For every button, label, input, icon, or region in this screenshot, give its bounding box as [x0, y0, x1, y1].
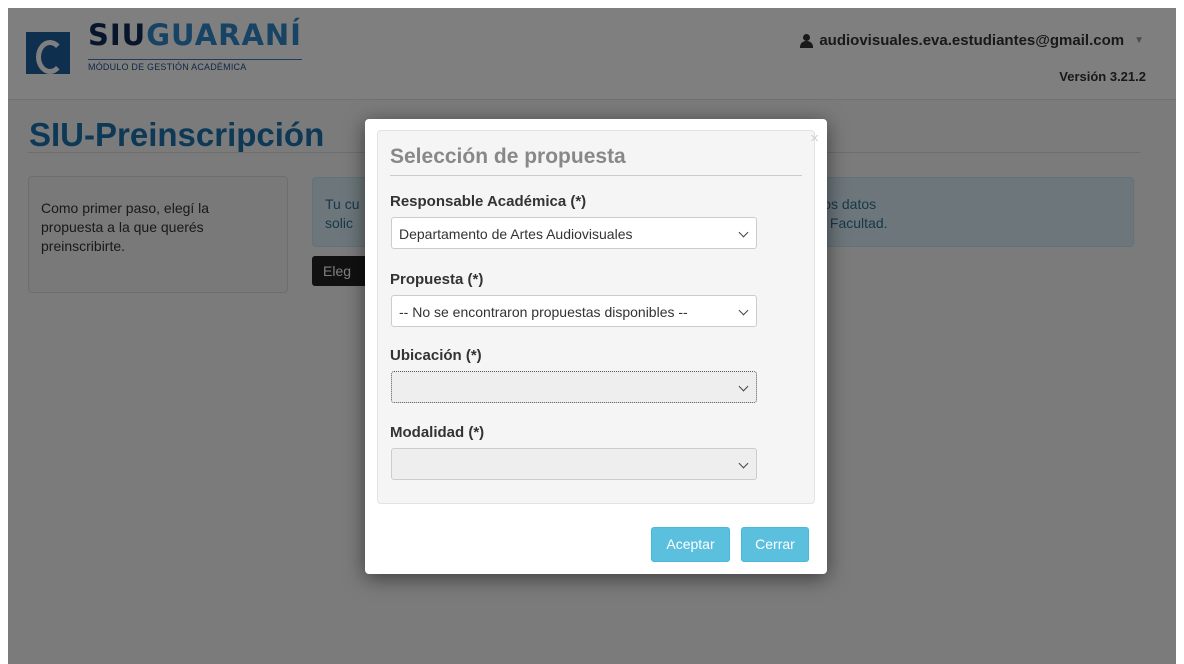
select-propuesta[interactable]: -- No se encontraron propuestas disponib…	[391, 295, 757, 327]
accept-button[interactable]: Aceptar	[651, 527, 730, 562]
chevron-down-icon	[738, 381, 749, 392]
select-value: -- No se encontraron propuestas disponib…	[399, 304, 688, 320]
chevron-down-icon	[738, 458, 749, 469]
chevron-down-icon	[738, 305, 749, 316]
chevron-down-icon	[738, 227, 749, 238]
close-button[interactable]: Cerrar	[741, 527, 809, 562]
label-responsable-academica: Responsable Académica (*)	[390, 193, 587, 210]
select-ubicacion[interactable]	[391, 371, 757, 403]
dialog-close-icon[interactable]: ×	[810, 131, 819, 146]
label-propuesta: Propuesta (*)	[390, 271, 484, 288]
label-modalidad: Modalidad (*)	[390, 424, 485, 441]
label-ubicacion: Ubicación (*)	[390, 347, 482, 364]
proposal-selection-dialog: Selección de propuesta Responsable Acadé…	[365, 119, 827, 574]
select-responsable-academica[interactable]: Departamento de Artes Audiovisuales	[391, 217, 757, 249]
select-value: Departamento de Artes Audiovisuales	[399, 226, 633, 242]
form-well: Selección de propuesta Responsable Acadé…	[377, 130, 815, 504]
select-modalidad[interactable]	[391, 448, 757, 480]
dialog-legend: Selección de propuesta	[390, 145, 802, 176]
